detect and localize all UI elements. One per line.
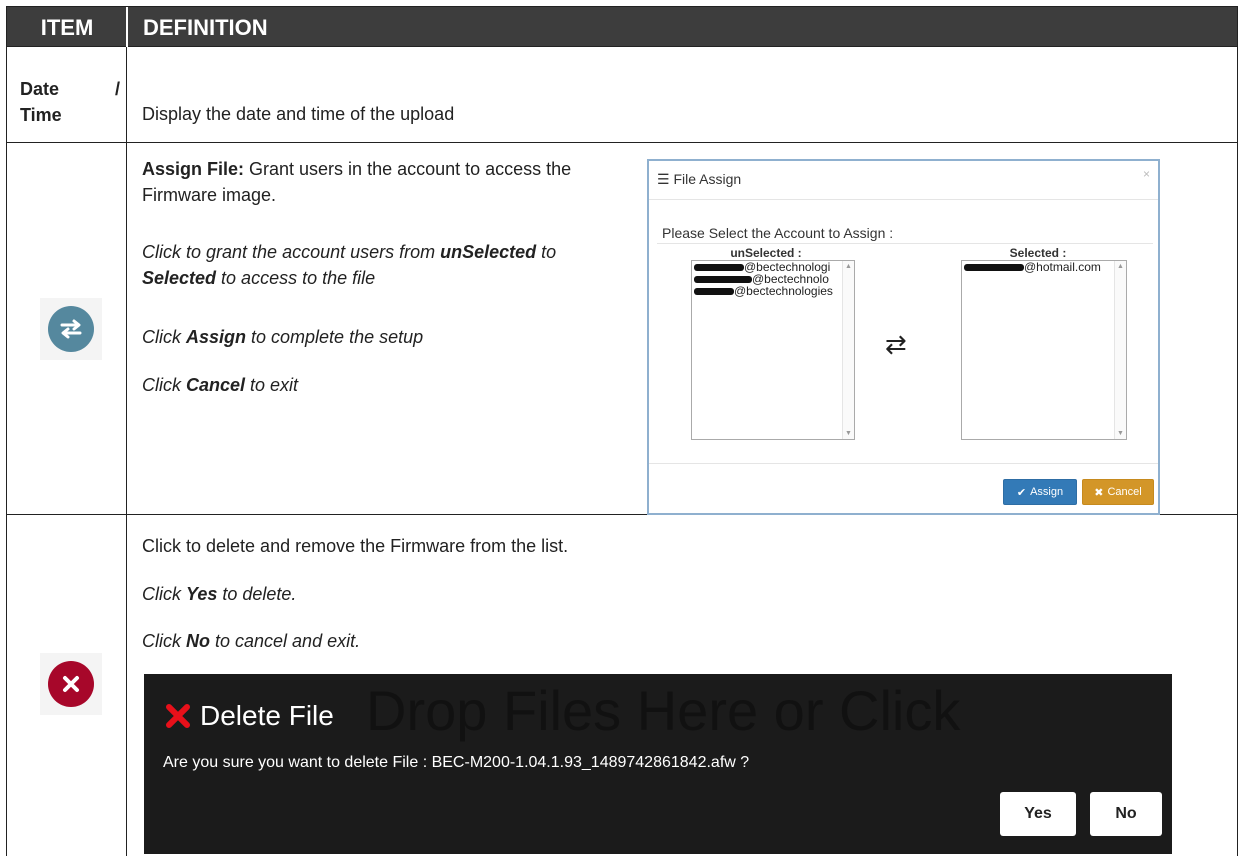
redaction-bar bbox=[694, 288, 734, 296]
list-icon: ☰ bbox=[657, 171, 670, 187]
yes-text-c: to delete. bbox=[217, 584, 297, 604]
unselected-label: unSelected : bbox=[730, 246, 802, 260]
delete-file-dialog: Drop Files Here or Click Delete File Are… bbox=[144, 674, 1172, 854]
delete-instruction-no: Click No to cancel and exit. bbox=[142, 628, 360, 654]
delete-icon-tile bbox=[40, 653, 102, 715]
dialog-prompt-divider bbox=[657, 243, 1153, 244]
no-button[interactable]: No bbox=[1090, 792, 1162, 836]
grant-text-unselected: unSelected bbox=[440, 242, 537, 262]
delete-dialog-title: Delete File bbox=[164, 700, 334, 732]
dialog-title-text: File Assign bbox=[673, 171, 742, 187]
assign-text-c: to complete the setup bbox=[246, 327, 424, 347]
selected-listbox[interactable]: @hotmail.com ▲ ▼ bbox=[961, 260, 1127, 440]
unselected-item-3: @bectechnologies bbox=[734, 284, 833, 298]
list-item[interactable]: @hotmail.com bbox=[962, 261, 1126, 273]
item-time-label: Time bbox=[20, 105, 62, 125]
check-icon: ✔ bbox=[1016, 486, 1027, 499]
no-text-c: to cancel and exit. bbox=[210, 631, 361, 651]
assign-instruction-assign: Click Assign to complete the setup bbox=[142, 324, 423, 350]
grant-text-e: to access to the file bbox=[216, 268, 376, 288]
no-text-no: No bbox=[186, 631, 210, 651]
table-header: ITEM DEFINITION bbox=[6, 6, 1238, 48]
assign-text-assign: Assign bbox=[186, 327, 247, 347]
listbox-scrollbar[interactable]: ▲ ▼ bbox=[1114, 261, 1126, 439]
item-date-time: Date / Time bbox=[20, 76, 120, 128]
header-item: ITEM bbox=[40, 15, 94, 40]
item-date-slash: / bbox=[114, 79, 120, 99]
close-icon bbox=[48, 661, 94, 707]
scroll-up-icon[interactable]: ▲ bbox=[1117, 263, 1124, 270]
assign-instruction-cancel: Click Cancel to exit bbox=[142, 372, 298, 398]
close-icon bbox=[166, 704, 190, 728]
delete-description: Click to delete and remove the Firmware … bbox=[142, 536, 569, 556]
assign-icon-tile bbox=[40, 298, 102, 360]
redaction-bar bbox=[694, 276, 752, 284]
header-definition: DEFINITION bbox=[143, 15, 268, 40]
scroll-down-icon[interactable]: ▼ bbox=[845, 430, 852, 437]
grant-text-selected: Selected bbox=[142, 268, 217, 288]
cancel-button[interactable]: ✖ Cancel bbox=[1082, 479, 1154, 505]
no-text-a: Click bbox=[142, 631, 186, 651]
assign-instruction-grant: Click to grant the account users from un… bbox=[142, 239, 622, 291]
assign-button[interactable]: ✔ Assign bbox=[1003, 479, 1077, 505]
yes-button[interactable]: Yes bbox=[1000, 792, 1076, 836]
definition-table: ITEM DEFINITION Date / Time Display the … bbox=[6, 6, 1238, 856]
selected-label: Selected : bbox=[1009, 246, 1067, 260]
drop-zone-watermark: Drop Files Here or Click bbox=[366, 679, 961, 742]
swap-arrows-icon bbox=[48, 306, 94, 352]
cancel-text-cancel: Cancel bbox=[186, 375, 246, 395]
yes-text-yes: Yes bbox=[186, 584, 218, 604]
yes-text-a: Click bbox=[142, 584, 186, 604]
close-icon[interactable]: × bbox=[1143, 167, 1150, 181]
item-date-label: Date bbox=[20, 79, 60, 99]
unselected-listbox[interactable]: @bectechnologi @bectechnolo @bectechnolo… bbox=[691, 260, 855, 440]
table-border-left bbox=[6, 47, 7, 856]
grant-text-c: to bbox=[536, 242, 557, 262]
cancel-text-c: to exit bbox=[245, 375, 299, 395]
dialog-footer-divider bbox=[649, 463, 1158, 464]
delete-instruction-yes: Click Yes to delete. bbox=[142, 581, 296, 607]
cancel-button-label: Cancel bbox=[1107, 486, 1142, 498]
listbox-scrollbar[interactable]: ▲ ▼ bbox=[842, 261, 854, 439]
file-assign-dialog: ☰ File Assign × Please Select the Accoun… bbox=[647, 159, 1160, 515]
table-column-divider bbox=[126, 47, 127, 856]
selected-item-1: @hotmail.com bbox=[1024, 260, 1101, 274]
swap-arrows-icon[interactable]: ⇄ bbox=[885, 329, 907, 360]
assign-text-a: Click bbox=[142, 327, 186, 347]
assign-file-bold: Assign File: bbox=[142, 159, 245, 179]
close-icon: ✖ bbox=[1094, 486, 1104, 499]
list-item[interactable]: @bectechnologies bbox=[692, 285, 854, 297]
scroll-up-icon[interactable]: ▲ bbox=[845, 263, 852, 270]
dialog-title-divider bbox=[649, 199, 1158, 200]
assign-button-label: Assign bbox=[1030, 486, 1064, 498]
scroll-down-icon[interactable]: ▼ bbox=[1117, 430, 1124, 437]
delete-dialog-title-text: Delete File bbox=[200, 700, 334, 731]
row-divider-1 bbox=[6, 142, 1238, 143]
delete-dialog-message: Are you sure you want to delete File : B… bbox=[163, 754, 750, 771]
grant-text-a: Click to grant the account users from bbox=[142, 242, 441, 262]
redaction-bar bbox=[694, 264, 744, 272]
assign-file-title: Assign File: Grant users in the account … bbox=[142, 156, 612, 208]
dialog-prompt: Please Select the Account to Assign : bbox=[662, 225, 894, 241]
redaction-bar bbox=[964, 264, 1024, 272]
date-time-definition: Display the date and time of the upload bbox=[142, 104, 455, 124]
dialog-title: ☰ File Assign bbox=[657, 171, 741, 188]
cancel-text-a: Click bbox=[142, 375, 186, 395]
